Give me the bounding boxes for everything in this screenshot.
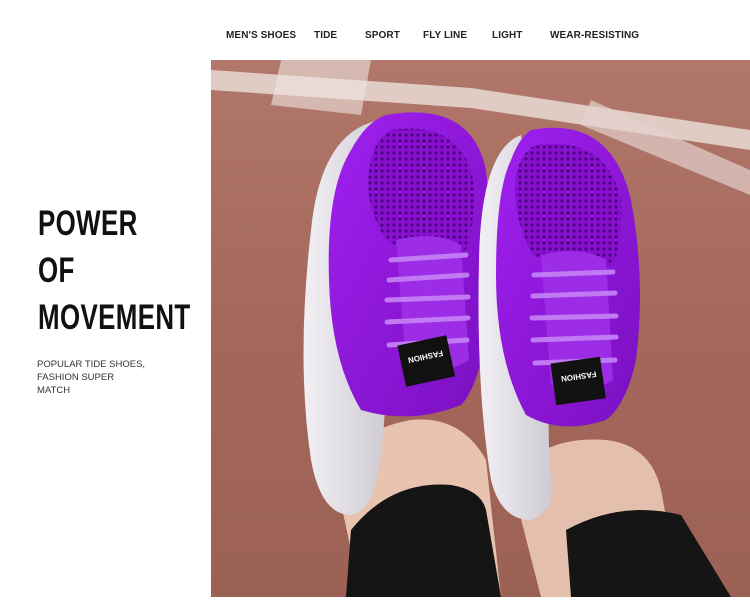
headline-line-1: POWER: [38, 204, 138, 243]
headline-line-3: MOVEMENT: [38, 298, 191, 337]
product-photo: FASHION FASHION: [211, 60, 750, 597]
headline-line-2: OF: [38, 251, 75, 290]
nav-item-sport[interactable]: SPORT: [365, 30, 400, 41]
nav-item-mens-shoes[interactable]: MEN'S SHOES: [226, 30, 296, 41]
left-shoe-mesh: [368, 128, 474, 254]
tagline: POPULAR TIDE SHOES, FASHION SUPER MATCH: [37, 358, 167, 397]
category-nav: MEN'S SHOES TIDE SPORT FLY LINE LIGHT WE…: [225, 30, 645, 46]
nav-item-fly-line[interactable]: FLY LINE: [423, 30, 467, 41]
nav-item-wear-resisting[interactable]: WEAR-RESISTING: [550, 30, 639, 41]
headline: POWER OF MOVEMENT: [38, 200, 208, 341]
nav-item-tide[interactable]: TIDE: [314, 30, 337, 41]
tagline-line-1: POPULAR TIDE SHOES,: [37, 359, 146, 370]
tagline-line-2: FASHION SUPER: [37, 372, 115, 383]
tagline-line-3: MATCH: [37, 385, 71, 396]
nav-item-light[interactable]: LIGHT: [492, 30, 523, 41]
